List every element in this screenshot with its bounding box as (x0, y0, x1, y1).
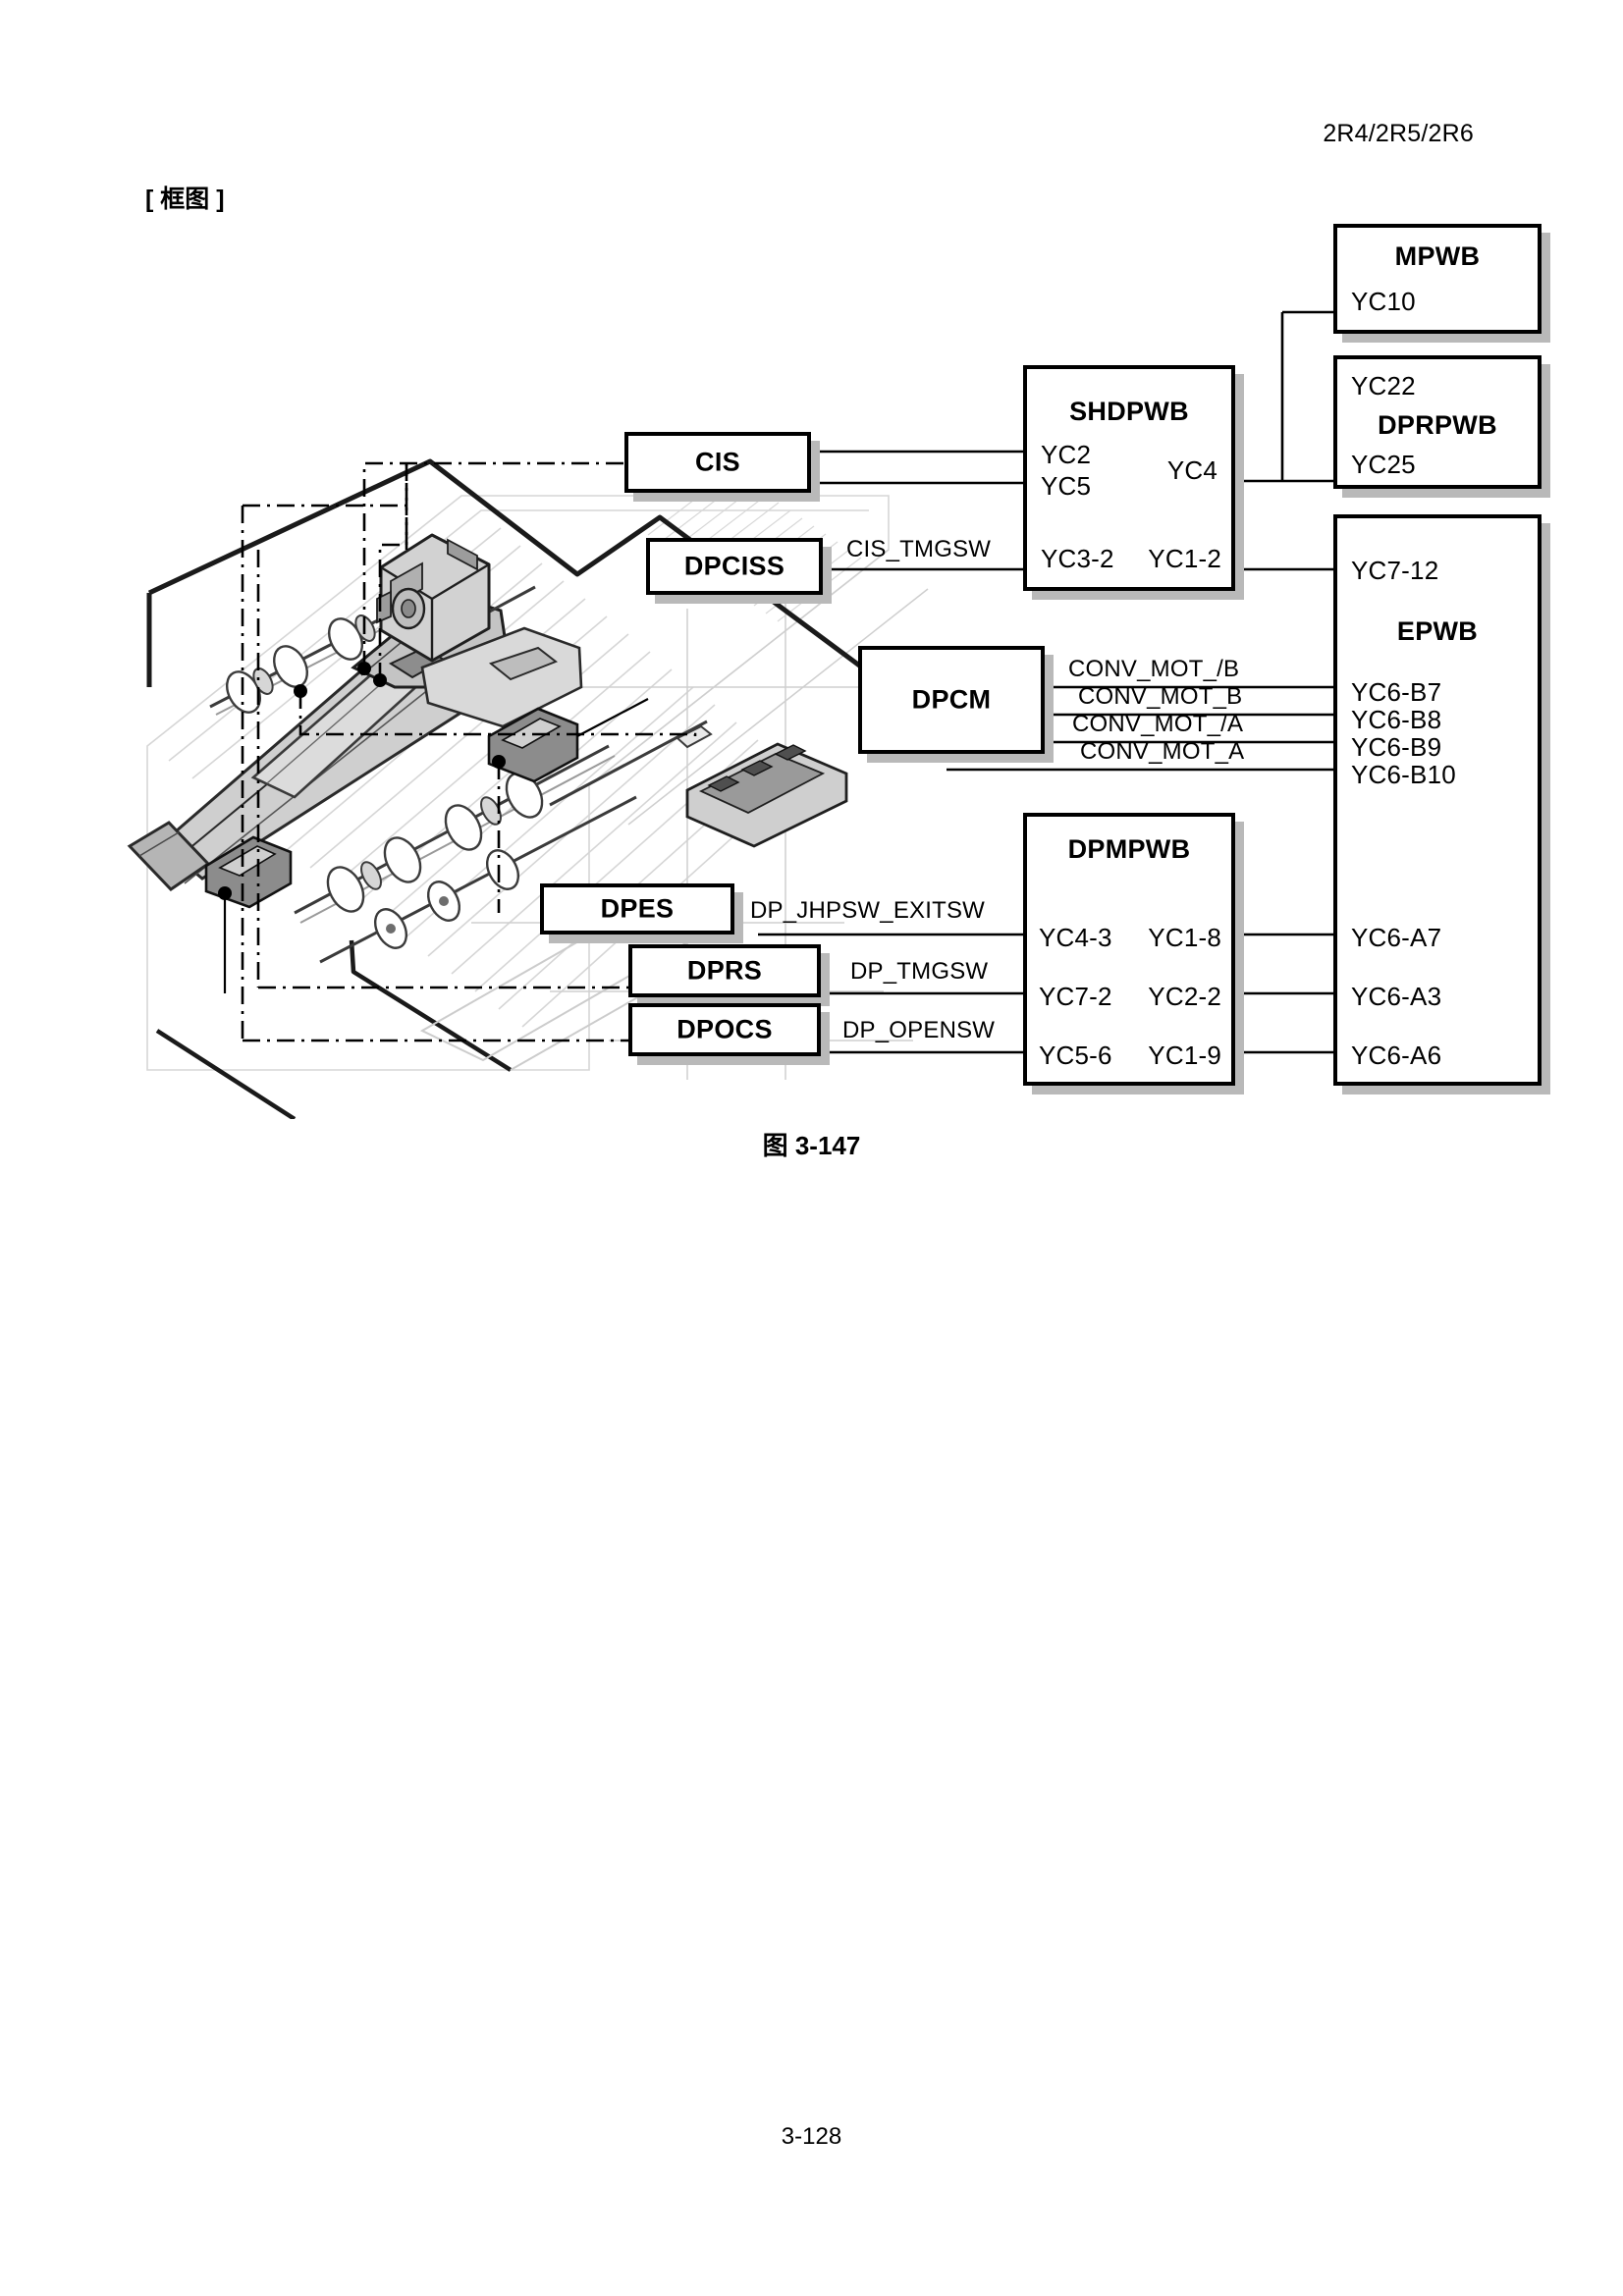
signal-conv-mot-na: CONV_MOT_/A (1072, 711, 1244, 737)
pin-epwb-yc6-b10: YC6-B10 (1351, 760, 1456, 789)
block-dpcm[interactable]: DPCM (858, 646, 1045, 754)
pin-epwb-yc6-a3: YC6-A3 (1351, 982, 1442, 1011)
block-dprpwb-title: DPRPWB (1378, 410, 1497, 440)
pin-dprpwb-yc22: YC22 (1351, 371, 1416, 400)
block-dpmpwb[interactable]: DPMPWB YC4-3 YC1-8 YC7-2 YC2-2 YC5-6 YC1… (1023, 813, 1235, 1086)
pin-shdpwb-yc2: YC2 (1041, 440, 1092, 469)
pin-dpmpwb-yc2-2: YC2-2 (1148, 982, 1221, 1011)
signal-cis-tmgsw: CIS_TMGSW (846, 536, 992, 562)
block-shdpwb-title: SHDPWB (1069, 397, 1189, 426)
signal-dp-opensw: DP_OPENSW (842, 1017, 996, 1043)
signal-conv-mot-a: CONV_MOT_A (1080, 738, 1245, 765)
block-dpciss-title: DPCISS (683, 551, 785, 581)
pin-epwb-yc6-b9: YC6-B9 (1351, 732, 1442, 762)
page-number: 3-128 (781, 2123, 842, 2150)
signal-dp-tmgsw: DP_TMGSW (850, 958, 989, 985)
pin-epwb-yc6-a7: YC6-A7 (1351, 923, 1442, 952)
pin-epwb-yc6-a6: YC6-A6 (1351, 1041, 1442, 1070)
block-dpcm-title: DPCM (911, 684, 992, 715)
signal-dp-jhpsw-exitsw: DP_JHPSW_EXITSW (750, 897, 986, 924)
pin-shdpwb-yc5: YC5 (1041, 471, 1092, 501)
pin-epwb-yc7-12: YC7-12 (1351, 556, 1439, 585)
pin-mpwb-yc10: YC10 (1351, 287, 1416, 316)
block-dprs-title: DPRS (686, 955, 763, 986)
block-dpes-title: DPES (600, 893, 675, 924)
block-dpocs-title: DPOCS (676, 1014, 773, 1044)
pin-dpmpwb-yc5-6: YC5-6 (1039, 1041, 1112, 1070)
block-dpes[interactable]: DPES (540, 883, 734, 934)
pin-dprpwb-yc25: YC25 (1351, 450, 1416, 479)
block-cis[interactable]: CIS (624, 432, 811, 493)
block-shdpwb[interactable]: SHDPWB YC2 YC5 YC4 YC3-2 YC1-2 (1023, 365, 1235, 591)
block-mpwb[interactable]: MPWB YC10 (1333, 224, 1542, 334)
block-cis-title: CIS (695, 447, 740, 477)
block-dpciss[interactable]: DPCISS (646, 538, 823, 595)
block-epwb[interactable]: YC7-12 EPWB YC6-B7 YC6-B8 YC6-B9 YC6-B10… (1333, 514, 1542, 1086)
signal-conv-mot-nb: CONV_MOT_/B (1068, 656, 1240, 682)
manual-page: 2R4/2R5/2R6 [ 框图 ] CIS DPCISS DPCM DPES … (0, 0, 1623, 2296)
pin-dpmpwb-yc7-2: YC7-2 (1039, 982, 1112, 1011)
pin-shdpwb-yc3-2: YC3-2 (1041, 544, 1114, 573)
pin-dpmpwb-yc1-8: YC1-8 (1148, 923, 1221, 952)
pin-epwb-yc6-b7: YC6-B7 (1351, 677, 1442, 707)
block-dpocs[interactable]: DPOCS (628, 1003, 821, 1056)
block-dprpwb[interactable]: YC22 DPRPWB YC25 (1333, 355, 1542, 489)
pin-dpmpwb-yc1-9: YC1-9 (1148, 1041, 1221, 1070)
pin-shdpwb-yc4: YC4 (1166, 455, 1217, 485)
block-dprs[interactable]: DPRS (628, 944, 821, 997)
pin-dpmpwb-yc4-3: YC4-3 (1039, 923, 1112, 952)
block-dpmpwb-title: DPMPWB (1067, 834, 1191, 864)
signal-conv-mot-b: CONV_MOT_B (1078, 683, 1243, 710)
pin-shdpwb-yc1-2: YC1-2 (1148, 544, 1221, 573)
figure-caption: 图 3-147 (762, 1131, 861, 1160)
block-epwb-title: EPWB (1396, 616, 1479, 646)
block-mpwb-title: MPWB (1394, 241, 1481, 271)
pin-epwb-yc6-b8: YC6-B8 (1351, 705, 1442, 734)
